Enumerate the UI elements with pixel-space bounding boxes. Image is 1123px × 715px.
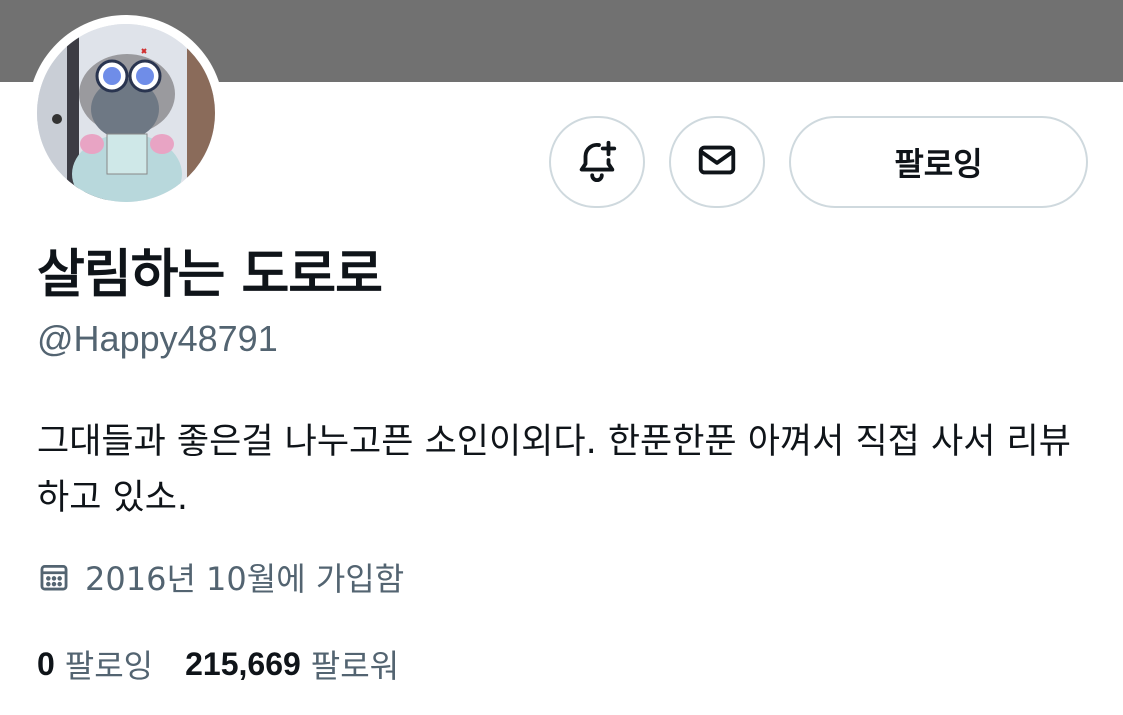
join-date-text: 2016년 10월에 가입함 xyxy=(85,560,405,598)
profile-bio: 그대들과 좋은걸 나누고픈 소인이외다. 한푼한푼 아껴서 직접 사서 리뷰하고… xyxy=(37,422,1071,518)
following-button[interactable]: 팔로잉 xyxy=(789,116,1088,208)
followers-count: 215,669 xyxy=(185,645,301,682)
message-button[interactable] xyxy=(669,116,765,208)
user-handle: @Happy48791 xyxy=(37,318,278,359)
followers-label: 팔로워 xyxy=(310,647,400,685)
bell-plus-icon xyxy=(574,137,620,187)
following-label: 팔로잉 xyxy=(64,647,154,685)
avatar[interactable] xyxy=(37,24,215,202)
calendar-icon xyxy=(37,560,71,594)
notifications-button[interactable] xyxy=(549,116,645,208)
envelope-icon xyxy=(694,137,740,187)
display-name: 살림하는 도로로 xyxy=(37,245,383,305)
follow-stats: 0 팔로잉 215,669 팔로워 xyxy=(37,640,399,688)
profile-page: 팔로잉 살림하는 도로로 @Happy48791 그대들과 좋은걸 나누고픈 소… xyxy=(0,0,1123,715)
following-link[interactable]: 0 팔로잉 xyxy=(37,641,153,687)
followers-link[interactable]: 215,669 팔로워 xyxy=(185,641,399,687)
join-date: 2016년 10월에 가입함 xyxy=(37,555,404,599)
avatar-frame xyxy=(28,15,224,211)
following-count: 0 xyxy=(37,645,55,682)
avatar-image xyxy=(37,24,215,202)
following-button-label: 팔로잉 xyxy=(894,145,983,183)
